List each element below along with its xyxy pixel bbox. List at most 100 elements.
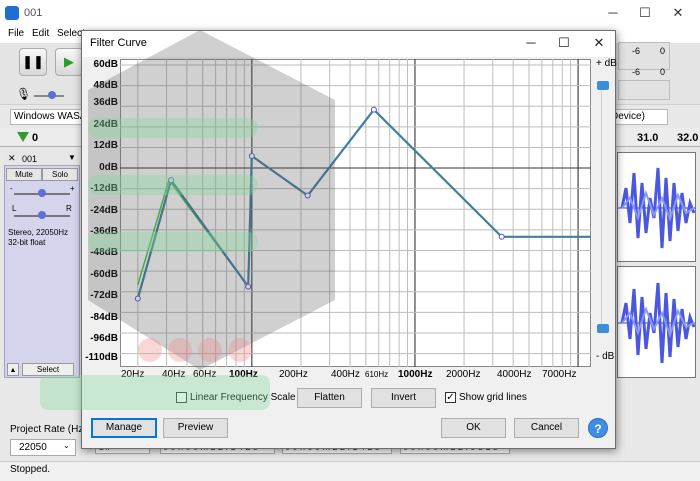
hz-axis-label: 4000Hz: [497, 369, 532, 380]
smoothed-response-line: [137, 108, 591, 289]
ok-button[interactable]: OK: [441, 418, 506, 438]
audio-host-select[interactable]: Windows WASAPI: [10, 109, 82, 125]
main-maximize-button[interactable]: ☐: [635, 3, 655, 23]
hz-axis-label: 7000Hz: [542, 369, 577, 380]
waveform-channel-left[interactable]: [617, 152, 696, 262]
waveform-right: [618, 282, 695, 364]
dialog-minimize-button[interactable]: ─: [516, 31, 546, 55]
dialog-close-button[interactable]: ✕: [584, 31, 614, 55]
ruler-label: 0: [32, 132, 39, 144]
db-axis-label: 48dB: [93, 80, 118, 91]
cancel-button[interactable]: Cancel: [514, 418, 579, 438]
gain-minus-icon: -: [10, 184, 13, 193]
help-button[interactable]: ?: [588, 418, 608, 438]
main-titlebar: [0, 0, 700, 26]
gain-knob[interactable]: [38, 189, 46, 197]
track-select-button[interactable]: Select: [22, 363, 74, 376]
meter-label: 0: [660, 46, 666, 56]
chevron-down-icon: ⌄: [63, 441, 70, 450]
hz-axis-label: 100Hz: [229, 369, 258, 380]
menu-edit[interactable]: Edit: [32, 28, 49, 39]
curve-control-point[interactable]: [245, 283, 252, 290]
meter-label: 0: [660, 67, 666, 77]
waveform-left: [618, 167, 695, 249]
hz-axis-label: 60Hz: [193, 369, 217, 380]
pan-knob[interactable]: [38, 211, 46, 219]
db-scale-track[interactable]: [601, 88, 602, 328]
mute-button[interactable]: Mute: [6, 168, 42, 181]
checkmark-icon: ✓: [446, 392, 455, 403]
db-scale-bottom-label: - dB: [596, 351, 615, 362]
track-format: Stereo, 22050Hz: [8, 228, 69, 237]
manage-button[interactable]: Manage: [91, 418, 157, 438]
show-grid-label: Show grid lines: [459, 392, 527, 403]
db-axis-label: -60dB: [90, 269, 118, 280]
show-grid-checkbox[interactable]: ✓: [445, 392, 456, 403]
flatten-button[interactable]: Flatten: [297, 388, 362, 408]
pan-left-label: L: [12, 204, 17, 213]
db-axis-label: 0dB: [99, 162, 118, 173]
ruler-label: 31.0: [637, 132, 659, 144]
hz-axis-label: 20Hz: [121, 369, 145, 380]
linear-frequency-scale-checkbox[interactable]: [176, 392, 187, 403]
db-axis-label: -96dB: [90, 333, 118, 344]
hz-axis-label: 610Hz: [365, 370, 389, 379]
hz-axis-label: 400Hz: [331, 369, 360, 380]
pan-right-label: R: [66, 204, 72, 213]
pause-button[interactable]: ❚❚: [19, 48, 47, 76]
menu-file[interactable]: File: [8, 28, 24, 39]
main-minimize-button[interactable]: ─: [603, 3, 623, 23]
curve-control-point[interactable]: [370, 106, 377, 113]
microphone-icon: 🎙: [16, 87, 32, 101]
play-button[interactable]: ▶: [55, 48, 83, 76]
dialog-maximize-button[interactable]: ☐: [549, 31, 579, 55]
close-track-icon[interactable]: ✕: [8, 153, 16, 164]
play-icon: ▶: [64, 54, 74, 69]
hz-axis-label: 40Hz: [162, 369, 186, 380]
pause-icon: ❚❚: [22, 54, 44, 69]
curve-control-point[interactable]: [168, 177, 175, 184]
track-menu-icon[interactable]: ▼: [68, 153, 76, 162]
invert-button[interactable]: Invert: [371, 388, 436, 408]
db-axis-label: 36dB: [93, 97, 118, 108]
curve-control-point[interactable]: [134, 295, 141, 302]
hz-axis-label: 2000Hz: [446, 369, 481, 380]
curve-control-point[interactable]: [498, 233, 505, 240]
track-info: Stereo, 22050Hz 32-bit float: [8, 228, 68, 248]
meter-label: -6: [632, 67, 641, 77]
status-bar: [0, 461, 700, 481]
solo-button[interactable]: Solo: [42, 168, 78, 181]
db-axis-label: -84dB: [90, 312, 118, 323]
curve-control-point[interactable]: [248, 153, 255, 160]
hz-axis-label: 200Hz: [279, 369, 308, 380]
curve-control-point[interactable]: [304, 192, 311, 199]
db-axis-label: -36dB: [90, 226, 118, 237]
db-scale-max-handle[interactable]: [597, 81, 609, 90]
filter-curve-plot[interactable]: [120, 59, 591, 367]
meter-label: -6: [632, 46, 641, 56]
db-axis-label: -12dB: [90, 183, 118, 194]
db-axis-label: -110dB: [85, 352, 118, 363]
track-name[interactable]: 001: [22, 154, 37, 164]
recording-volume-knob[interactable]: [48, 91, 56, 99]
db-axis-label: 12dB: [93, 140, 118, 151]
collapse-track-icon[interactable]: ▲: [7, 363, 19, 376]
ruler-label: 32.0: [677, 132, 699, 144]
track-control-panel[interactable]: [4, 152, 80, 378]
gain-plus-icon: +: [70, 184, 75, 193]
track-bitdepth: 32-bit float: [8, 238, 46, 247]
db-scale-top-label: + dB: [596, 58, 617, 69]
db-axis-label: 24dB: [93, 119, 118, 130]
output-device-select[interactable]: Device): [608, 109, 668, 125]
waveform-channel-right[interactable]: [617, 266, 696, 378]
playback-volume[interactable]: [618, 80, 670, 100]
db-axis-label: -48dB: [90, 247, 118, 258]
audacity-app-icon: [5, 6, 19, 20]
db-scale-min-handle[interactable]: [597, 324, 609, 333]
db-axis-label: 60dB: [93, 59, 118, 70]
preview-button[interactable]: Preview: [163, 418, 228, 438]
dialog-title: Filter Curve: [90, 37, 147, 49]
main-close-button[interactable]: ✕: [668, 3, 688, 23]
play-position-icon[interactable]: [17, 132, 29, 142]
status-text: Stopped.: [10, 464, 51, 475]
